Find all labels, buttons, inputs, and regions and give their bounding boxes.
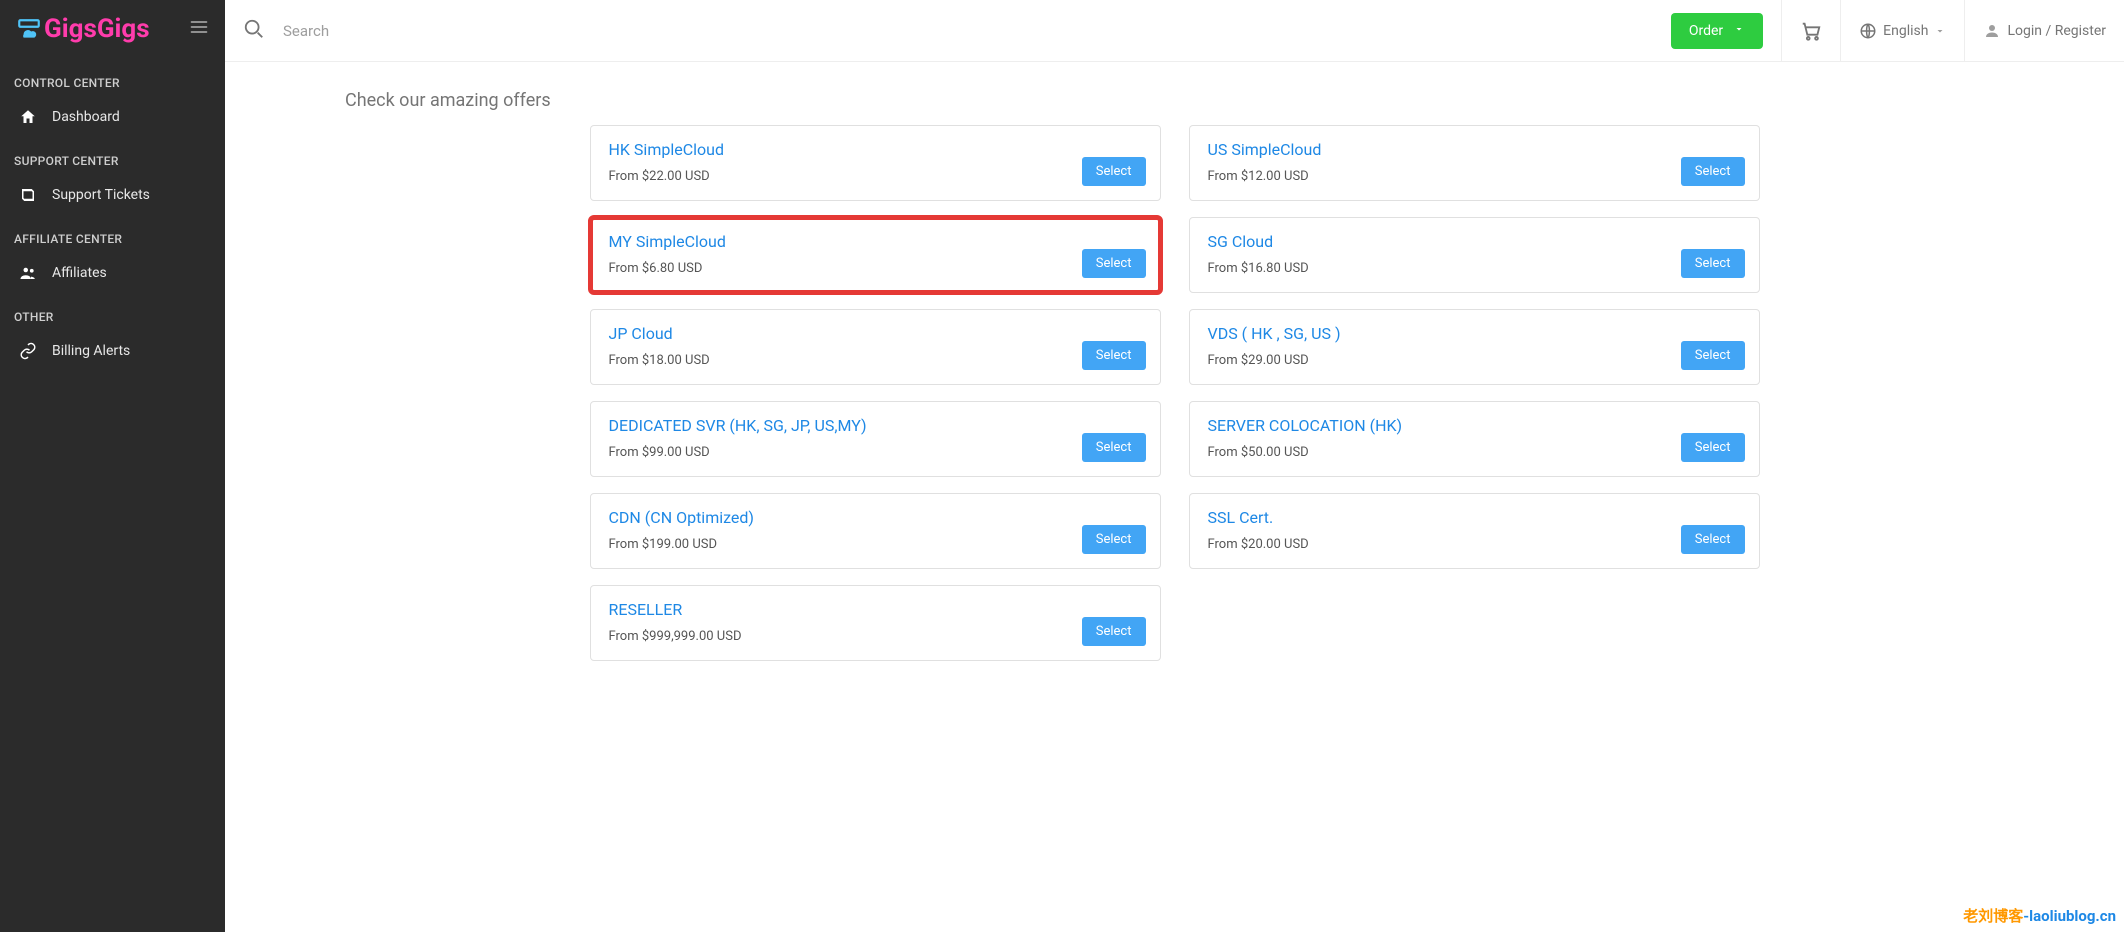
sidebar-item-affiliates[interactable]: Affiliates [0,254,225,292]
select-button[interactable]: Select [1082,341,1146,370]
sidebar-item-label: Dashboard [52,109,120,125]
cloud-server-icon [16,17,42,43]
section-label: OTHER [0,292,225,332]
ticket-icon [18,186,38,204]
offer-price: From $50.00 USD [1208,445,1741,460]
main-area: Order English Login / Register Check our… [225,0,2124,932]
offers-grid: HK SimpleCloudFrom $22.00 USDSelectUS Si… [590,125,1760,661]
offer-title[interactable]: RESELLER [609,600,1142,619]
select-button[interactable]: Select [1082,433,1146,462]
section-label: AFFILIATE CENTER [0,214,225,254]
link-icon [18,342,38,360]
section-label: CONTROL CENTER [0,58,225,98]
sidebar-item-support-tickets[interactable]: Support Tickets [0,176,225,214]
offer-card: MY SimpleCloud From $6.80 USDSelect [590,217,1161,293]
offer-title[interactable]: SG Cloud [1208,232,1741,251]
select-button[interactable]: Select [1082,249,1146,278]
divider [1964,0,1965,62]
sidebar-item-label: Billing Alerts [52,343,130,359]
sidebar-item-label: Support Tickets [52,187,150,203]
sidebar: GigsGigs CONTROL CENTER Dashboard SUPPOR… [0,0,225,932]
order-button-label: Order [1689,23,1723,39]
offer-price: From $6.80 USD [609,261,1142,276]
divider [1840,0,1841,62]
offer-price: From $18.00 USD [609,353,1142,368]
offer-title[interactable]: CDN (CN Optimized) [609,508,1142,527]
offer-price: From $20.00 USD [1208,537,1741,552]
offer-price: From $12.00 USD [1208,169,1741,184]
offer-title[interactable]: HK SimpleCloud [609,140,1142,159]
sidebar-item-dashboard[interactable]: Dashboard [0,98,225,136]
offer-title[interactable]: MY SimpleCloud [609,232,1142,251]
offer-title[interactable]: JP Cloud [609,324,1142,343]
offer-title[interactable]: DEDICATED SVR (HK, SG, JP, US,MY) [609,416,1142,435]
offer-card: SERVER COLOCATION (HK) From $50.00 USDSel… [1189,401,1760,477]
sidebar-item-label: Affiliates [52,265,107,281]
offer-card: HK SimpleCloud From $22.00 USDSelect [590,125,1161,201]
offer-price: From $29.00 USD [1208,353,1741,368]
offer-price: From $199.00 USD [609,537,1142,552]
select-button[interactable]: Select [1082,617,1146,646]
select-button[interactable]: Select [1681,433,1745,462]
language-label: English [1883,23,1928,39]
divider [1781,0,1782,62]
offer-card: JP Cloud From $18.00 USDSelect [590,309,1161,385]
topbar: Order English Login / Register [225,0,2124,62]
login-register-button[interactable]: Login / Register [1983,22,2106,40]
chevron-down-icon [1934,25,1946,37]
offer-title[interactable]: US SimpleCloud [1208,140,1741,159]
menu-toggle-icon[interactable] [189,17,209,41]
offer-card: RESELLER From $999,999.00 USDSelect [590,585,1161,661]
sidebar-section: AFFILIATE CENTER Affiliates [0,214,225,292]
section-label: SUPPORT CENTER [0,136,225,176]
offer-card: CDN (CN Optimized) From $199.00 USDSelect [590,493,1161,569]
offer-card: DEDICATED SVR (HK, SG, JP, US,MY) From $9… [590,401,1161,477]
offer-price: From $99.00 USD [609,445,1142,460]
select-button[interactable]: Select [1082,157,1146,186]
page-title: Check our amazing offers [345,90,2064,111]
sidebar-section: CONTROL CENTER Dashboard [0,58,225,136]
chevron-down-icon [1733,23,1745,39]
sidebar-item-billing-alerts[interactable]: Billing Alerts [0,332,225,370]
offer-price: From $999,999.00 USD [609,629,1142,644]
people-icon [18,264,38,282]
search-input[interactable] [283,22,583,40]
select-button[interactable]: Select [1082,525,1146,554]
offer-title[interactable]: VDS ( HK , SG, US ) [1208,324,1741,343]
select-button[interactable]: Select [1681,341,1745,370]
watermark: 老刘博客-laoliublog.cn [1963,905,2116,926]
offer-price: From $22.00 USD [609,169,1142,184]
offer-title[interactable]: SSL Cert. [1208,508,1741,527]
offer-card: SSL Cert. From $20.00 USDSelect [1189,493,1760,569]
sidebar-section: OTHER Billing Alerts [0,292,225,370]
login-label: Login / Register [2007,23,2106,39]
sidebar-section: SUPPORT CENTER Support Tickets [0,136,225,214]
sidebar-header: GigsGigs [0,0,225,58]
offer-card: US SimpleCloud From $12.00 USDSelect [1189,125,1760,201]
offer-title[interactable]: SERVER COLOCATION (HK) [1208,416,1741,435]
offer-card: VDS ( HK , SG, US ) From $29.00 USDSelect [1189,309,1760,385]
offer-card: SG Cloud From $16.80 USDSelect [1189,217,1760,293]
cart-button[interactable] [1800,20,1822,42]
select-button[interactable]: Select [1681,525,1745,554]
home-icon [18,108,38,126]
language-selector[interactable]: English [1859,22,1946,40]
content: Check our amazing offers HK SimpleCloud F… [225,62,2124,689]
order-button[interactable]: Order [1671,13,1763,49]
search-container [243,18,1671,44]
offer-price: From $16.80 USD [1208,261,1741,276]
brand-logo: GigsGigs [16,14,150,44]
select-button[interactable]: Select [1681,157,1745,186]
select-button[interactable]: Select [1681,249,1745,278]
search-icon[interactable] [243,18,265,44]
